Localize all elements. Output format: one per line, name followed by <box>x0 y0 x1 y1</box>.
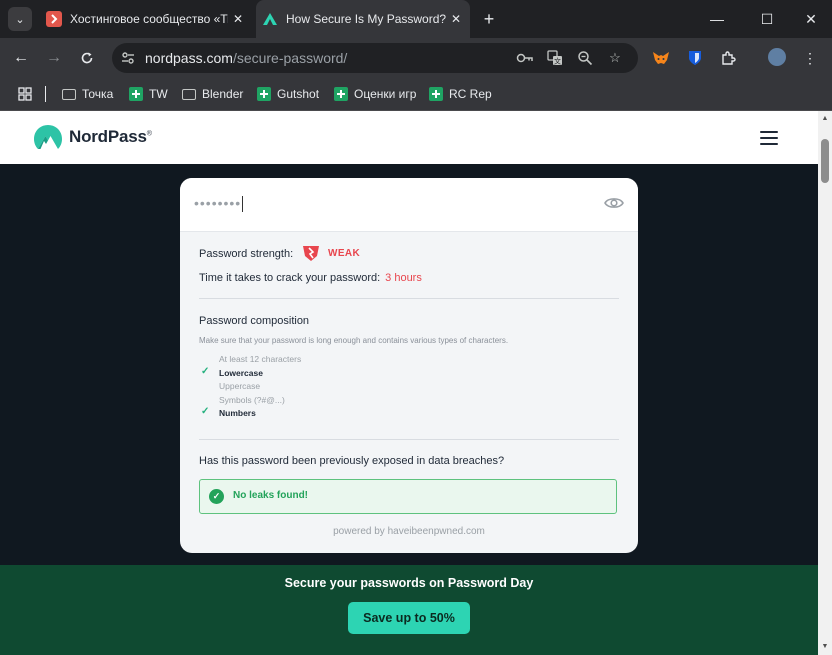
url-domain: nordpass.com <box>145 50 233 66</box>
text-caret <box>242 196 244 213</box>
crack-time-value: 3 hours <box>385 272 422 284</box>
divider <box>199 439 619 440</box>
divider <box>199 298 619 299</box>
apps-grid-icon[interactable] <box>18 85 32 103</box>
bookmark-game-ratings[interactable]: Оценки игр <box>334 85 416 103</box>
bitwarden-extension-icon[interactable] <box>685 48 705 68</box>
promo-banner: Secure your passwords on Password Day Sa… <box>0 565 818 655</box>
composition-description: Make sure that your password is long eno… <box>199 336 509 345</box>
page-viewport: NordPass® •••••••• Password strength: WE… <box>0 111 818 655</box>
profile-avatar[interactable] <box>768 48 786 66</box>
new-tab-button[interactable]: + <box>478 8 500 30</box>
requirement-symbols: Symbols (?#@...) <box>219 395 285 405</box>
bookmark-rc-rep[interactable]: RC Rep <box>429 85 492 103</box>
translate-icon[interactable]: 文 <box>546 49 564 67</box>
bookmark-label: Gutshot <box>277 87 320 101</box>
sheets-icon <box>334 87 348 101</box>
bookmark-tw[interactable]: TW <box>129 85 168 103</box>
bookmark-label: RC Rep <box>449 87 492 101</box>
bookmark-label: Точка <box>82 87 114 101</box>
requirement-length: At least 12 characters <box>219 354 302 364</box>
maximize-button[interactable]: ☐ <box>744 0 790 38</box>
close-icon[interactable]: ✕ <box>446 12 466 26</box>
bookmarks-divider <box>45 86 46 102</box>
password-input[interactable]: •••••••• <box>180 178 638 232</box>
breach-question: Has this password been previously expose… <box>199 455 505 467</box>
site-settings-icon[interactable] <box>120 50 136 66</box>
sheets-icon <box>129 87 143 101</box>
extensions-puzzle-icon[interactable] <box>718 48 738 68</box>
sheets-icon <box>257 87 271 101</box>
tab-hosting-community[interactable]: Хостинговое сообщество «Tim ✕ <box>40 0 252 38</box>
scroll-up-arrow[interactable]: ▲ <box>818 113 832 125</box>
requirement-lowercase: Lowercase <box>219 368 263 378</box>
address-bar[interactable]: nordpass.com/secure-password/ 文 ☆ <box>112 43 638 73</box>
bookmark-tochka[interactable]: Точка <box>62 85 113 103</box>
page-scrollbar[interactable]: ▲ ▼ <box>818 111 832 655</box>
requirement-uppercase: Uppercase <box>219 381 261 391</box>
checkmark-icon: ✓ <box>201 406 210 417</box>
checkmark-icon: ✓ <box>201 366 210 377</box>
tab-strip: ⌄ Хостинговое сообщество «Tim ✕ How Secu… <box>0 0 832 38</box>
tab-title: Хостинговое сообщество «Tim <box>70 12 228 26</box>
nordpass-logo[interactable]: NordPass® <box>33 124 152 150</box>
bookmark-gutshot[interactable]: Gutshot <box>257 85 319 103</box>
bookmark-label: Blender <box>202 87 244 101</box>
browser-toolbar: ← → nordpass.com/secure-password/ 文 ☆ ⋮ <box>0 38 832 78</box>
tab-title: How Secure Is My Password? | N <box>286 12 446 26</box>
strength-label: Password strength: <box>199 248 294 260</box>
bookmarks-bar: Точка TW Blender Gutshot Оценки игр RC R… <box>0 78 832 111</box>
breach-result-text: No leaks found! <box>233 490 309 501</box>
folder-icon <box>62 88 76 100</box>
powered-by-link[interactable]: powered by haveibeenpwned.com <box>180 526 638 537</box>
nordpass-mountain-icon <box>34 125 62 149</box>
site-header: NordPass® <box>0 111 818 164</box>
scroll-down-arrow[interactable]: ▼ <box>818 641 832 653</box>
password-key-icon[interactable] <box>516 49 534 67</box>
chevron-down-icon: ⌄ <box>15 13 25 26</box>
close-icon[interactable]: ✕ <box>228 12 248 26</box>
tab-nordpass[interactable]: How Secure Is My Password? | N ✕ <box>256 0 470 38</box>
reload-button[interactable] <box>75 46 99 70</box>
sheets-icon <box>429 87 443 101</box>
url-text: nordpass.com/secure-password/ <box>145 50 347 66</box>
nordpass-favicon <box>262 11 278 27</box>
bookmark-blender[interactable]: Blender <box>182 85 243 103</box>
tab-search-button[interactable]: ⌄ <box>8 7 32 31</box>
password-masked-value: •••••••• <box>194 195 244 213</box>
forward-button[interactable]: → <box>42 46 66 70</box>
folder-icon <box>182 88 196 100</box>
password-dots: •••••••• <box>194 195 242 211</box>
hamburger-menu-icon[interactable] <box>760 131 778 145</box>
url-path: /secure-password/ <box>232 50 348 66</box>
minimize-button[interactable]: — <box>694 0 740 38</box>
browser-menu-icon[interactable]: ⋮ <box>800 48 820 68</box>
strength-value: WEAK <box>328 248 361 259</box>
reload-icon <box>81 52 93 64</box>
requirement-numbers: Numbers <box>219 408 256 418</box>
save-offer-button[interactable]: Save up to 50% <box>348 602 470 634</box>
eye-icon[interactable] <box>604 195 624 211</box>
weak-shield-icon <box>301 244 321 262</box>
crack-time-label: Time it takes to crack your password: <box>199 272 381 284</box>
tab-favicon <box>46 11 62 27</box>
brand-text: NordPass <box>69 127 147 146</box>
crack-time-row: Time it takes to crack your password: 3 h… <box>199 272 422 284</box>
svg-text:文: 文 <box>554 57 561 66</box>
promo-title: Secure your passwords on Password Day <box>284 576 534 590</box>
bookmark-label: Оценки игр <box>354 87 417 101</box>
registered-mark: ® <box>146 130 152 138</box>
password-checker-card: •••••••• Password strength: WEAK Time it… <box>180 178 638 553</box>
composition-title: Password composition <box>199 315 310 327</box>
breach-result-box: ✓ No leaks found! <box>199 479 617 514</box>
metamask-extension-icon[interactable] <box>651 48 671 68</box>
scroll-thumb[interactable] <box>821 139 829 183</box>
brand-name: NordPass® <box>69 127 152 147</box>
close-window-button[interactable]: ✕ <box>788 0 832 38</box>
bookmark-label: TW <box>149 87 168 101</box>
zoom-icon[interactable] <box>576 49 594 67</box>
check-circle-icon: ✓ <box>209 489 224 504</box>
bookmark-star-icon[interactable]: ☆ <box>606 49 624 67</box>
back-button[interactable]: ← <box>9 46 33 70</box>
